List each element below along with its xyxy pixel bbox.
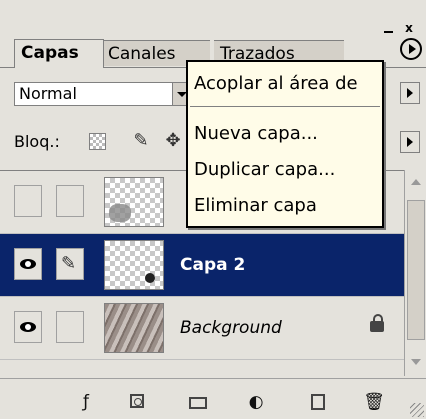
scroll-down-icon[interactable] [407,354,425,372]
scroll-up-icon[interactable] [407,174,425,192]
resize-grip-icon[interactable] [410,403,424,417]
layer-thumbnail [104,177,164,227]
visibility-toggle[interactable] [14,311,42,343]
layers-panel: x Capas Canales Trazados Normal Bloq.: ✎… [0,0,426,419]
eye-icon [20,322,36,332]
eye-icon [20,259,36,269]
opacity-arrow-button[interactable] [400,82,420,104]
menu-item-acoplar[interactable]: Acoplar al área de [194,72,358,96]
lock-position-icon[interactable]: ✥ [162,130,184,152]
brush-icon: ✎ [61,253,77,274]
layer-name: Background [180,318,282,338]
panel-title-bar: x [0,0,426,34]
lock-transparency-icon[interactable] [86,130,108,152]
lock-pixels-icon[interactable]: ✎ [130,130,152,152]
trash-icon[interactable]: 🗑 [362,391,386,413]
link-toggle[interactable]: ✎ [56,248,84,280]
menu-item-eliminar-capa[interactable]: Eliminar capa [194,194,317,218]
layers-toolbar: ƒ ◐ 🗑 [0,378,426,419]
new-layer-icon[interactable] [306,391,330,413]
layer-thumbnail [104,303,164,353]
lock-icon [370,314,384,332]
scroll-thumb[interactable] [407,200,425,340]
panel-context-menu: Acoplar al área de Nueva capa... Duplica… [186,60,384,228]
visibility-toggle[interactable] [14,248,42,280]
layer-row[interactable]: Background [0,297,404,360]
layer-row-selected[interactable]: ✎ Capa 2 [0,234,404,297]
link-toggle[interactable] [56,185,84,217]
fill-arrow-button[interactable] [400,131,420,153]
add-mask-icon[interactable] [126,391,150,413]
panel-menu-icon[interactable] [400,38,422,60]
layer-style-icon[interactable]: ƒ [74,391,98,413]
visibility-toggle[interactable] [14,185,42,217]
layer-name: Capa 2 [180,255,246,275]
minimize-button[interactable] [382,22,396,34]
close-button[interactable]: x [402,22,416,34]
adjustment-layer-icon[interactable]: ◐ [244,391,268,413]
new-group-icon[interactable] [186,391,210,413]
layers-scrollbar[interactable] [404,170,426,376]
tab-capas[interactable]: Capas [14,39,104,68]
blend-mode-select[interactable]: Normal [14,82,192,106]
menu-separator [190,106,380,107]
link-toggle[interactable] [56,311,84,343]
menu-item-duplicar-capa[interactable]: Duplicar capa... [194,158,335,182]
layer-thumbnail [104,240,164,290]
blend-mode-value: Normal [19,84,77,103]
lock-label: Bloq.: [14,132,60,151]
menu-item-nueva-capa[interactable]: Nueva capa... [194,122,318,146]
